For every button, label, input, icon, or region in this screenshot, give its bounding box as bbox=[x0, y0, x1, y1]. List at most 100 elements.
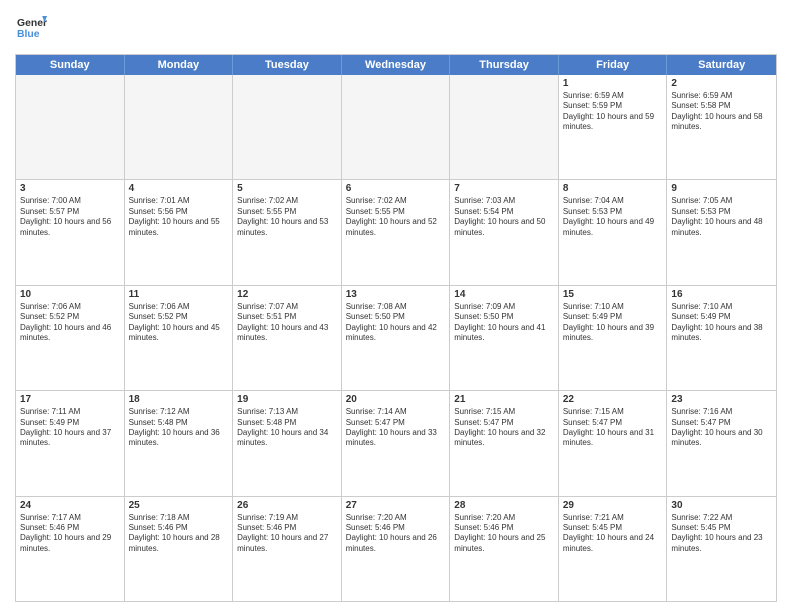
calendar-cell bbox=[233, 75, 342, 179]
calendar-cell: 22Sunrise: 7:15 AM Sunset: 5:47 PM Dayli… bbox=[559, 391, 668, 495]
logo: General Blue bbox=[15, 10, 47, 46]
day-number: 13 bbox=[346, 289, 446, 300]
header-day-saturday: Saturday bbox=[667, 55, 776, 75]
calendar-cell: 13 Sunrise: 7:08 AM Sunset: 5:50 PM Dayli… bbox=[342, 286, 451, 390]
calendar-week-4: 17 Sunrise: 7:11 AM Sunset: 5:49 PM Dayli… bbox=[16, 391, 776, 496]
day-number: 25 bbox=[129, 500, 229, 511]
calendar-cell: 14 Sunrise: 7:09 AM Sunset: 5:50 PM Dayli… bbox=[450, 286, 559, 390]
header-day-tuesday: Tuesday bbox=[233, 55, 342, 75]
day-number: 21 bbox=[454, 394, 554, 405]
header: General Blue bbox=[15, 10, 777, 46]
calendar-week-5: 24 Sunrise: 7:17 AM Sunset: 5:46 PM Dayli… bbox=[16, 497, 776, 601]
day-number: 28 bbox=[454, 500, 554, 511]
cell-info: Sunrise: 7:06 AM Sunset: 5:52 PM Dayligh… bbox=[129, 302, 229, 344]
calendar-cell: 19 Sunrise: 7:13 AM Sunset: 5:48 PM Dayli… bbox=[233, 391, 342, 495]
cell-info: Sunrise: 7:10 AM Sunset: 5:49 PM Dayligh… bbox=[563, 302, 663, 344]
cell-info: Sunrise: 7:03 AM Sunset: 5:54 PM Dayligh… bbox=[454, 196, 554, 238]
cell-info: Sunrise: 7:09 AM Sunset: 5:50 PM Dayligh… bbox=[454, 302, 554, 344]
day-number: 4 bbox=[129, 183, 229, 194]
day-number: 5 bbox=[237, 183, 337, 194]
cell-info: Sunrise: 7:02 AM Sunset: 5:55 PM Dayligh… bbox=[237, 196, 337, 238]
day-number: 9 bbox=[671, 183, 772, 194]
calendar-cell: 29Sunrise: 7:21 AM Sunset: 5:45 PM Dayli… bbox=[559, 497, 668, 601]
cell-info: Sunrise: 6:59 AM Sunset: 5:59 PM Dayligh… bbox=[563, 91, 663, 133]
cell-info: Sunrise: 7:13 AM Sunset: 5:48 PM Dayligh… bbox=[237, 407, 337, 449]
cell-info: Sunrise: 7:19 AM Sunset: 5:46 PM Dayligh… bbox=[237, 513, 337, 555]
calendar-cell: 1 Sunrise: 6:59 AM Sunset: 5:59 PM Daylig… bbox=[559, 75, 668, 179]
calendar-cell: 21 Sunrise: 7:15 AM Sunset: 5:47 PM Dayli… bbox=[450, 391, 559, 495]
calendar-cell: 15 Sunrise: 7:10 AM Sunset: 5:49 PM Dayli… bbox=[559, 286, 668, 390]
day-number: 26 bbox=[237, 500, 337, 511]
calendar-cell: 12Sunrise: 7:07 AM Sunset: 5:51 PM Dayli… bbox=[233, 286, 342, 390]
cell-info: Sunrise: 7:16 AM Sunset: 5:47 PM Dayligh… bbox=[671, 407, 772, 449]
day-number: 17 bbox=[20, 394, 120, 405]
day-number: 3 bbox=[20, 183, 120, 194]
day-number: 11 bbox=[129, 289, 229, 300]
day-number: 24 bbox=[20, 500, 120, 511]
calendar-cell: 28Sunrise: 7:20 AM Sunset: 5:46 PM Dayli… bbox=[450, 497, 559, 601]
cell-info: Sunrise: 7:08 AM Sunset: 5:50 PM Dayligh… bbox=[346, 302, 446, 344]
day-number: 2 bbox=[671, 78, 772, 89]
header-day-friday: Friday bbox=[559, 55, 668, 75]
calendar-cell: 6 Sunrise: 7:02 AM Sunset: 5:55 PM Daylig… bbox=[342, 180, 451, 284]
calendar-cell: 20Sunrise: 7:14 AM Sunset: 5:47 PM Dayli… bbox=[342, 391, 451, 495]
cell-info: Sunrise: 7:00 AM Sunset: 5:57 PM Dayligh… bbox=[20, 196, 120, 238]
calendar-cell: 5 Sunrise: 7:02 AM Sunset: 5:55 PM Daylig… bbox=[233, 180, 342, 284]
cell-info: Sunrise: 7:17 AM Sunset: 5:46 PM Dayligh… bbox=[20, 513, 120, 555]
header-day-wednesday: Wednesday bbox=[342, 55, 451, 75]
calendar-cell: 26 Sunrise: 7:19 AM Sunset: 5:46 PM Dayli… bbox=[233, 497, 342, 601]
day-number: 16 bbox=[671, 289, 772, 300]
day-number: 14 bbox=[454, 289, 554, 300]
cell-info: Sunrise: 7:06 AM Sunset: 5:52 PM Dayligh… bbox=[20, 302, 120, 344]
calendar-cell: 3 Sunrise: 7:00 AM Sunset: 5:57 PM Daylig… bbox=[16, 180, 125, 284]
day-number: 30 bbox=[671, 500, 772, 511]
cell-info: Sunrise: 7:02 AM Sunset: 5:55 PM Dayligh… bbox=[346, 196, 446, 238]
calendar-week-3: 10 Sunrise: 7:06 AM Sunset: 5:52 PM Dayli… bbox=[16, 286, 776, 391]
day-number: 6 bbox=[346, 183, 446, 194]
day-number: 22 bbox=[563, 394, 663, 405]
cell-info: Sunrise: 7:05 AM Sunset: 5:53 PM Dayligh… bbox=[671, 196, 772, 238]
day-number: 1 bbox=[563, 78, 663, 89]
cell-info: Sunrise: 7:15 AM Sunset: 5:47 PM Dayligh… bbox=[454, 407, 554, 449]
cell-info: Sunrise: 6:59 AM Sunset: 5:58 PM Dayligh… bbox=[671, 91, 772, 133]
calendar-cell: 2 Sunrise: 6:59 AM Sunset: 5:58 PM Daylig… bbox=[667, 75, 776, 179]
calendar-cell: 11 Sunrise: 7:06 AM Sunset: 5:52 PM Dayli… bbox=[125, 286, 234, 390]
cell-info: Sunrise: 7:12 AM Sunset: 5:48 PM Dayligh… bbox=[129, 407, 229, 449]
cell-info: Sunrise: 7:14 AM Sunset: 5:47 PM Dayligh… bbox=[346, 407, 446, 449]
day-number: 10 bbox=[20, 289, 120, 300]
calendar-cell: 9 Sunrise: 7:05 AM Sunset: 5:53 PM Daylig… bbox=[667, 180, 776, 284]
cell-info: Sunrise: 7:11 AM Sunset: 5:49 PM Dayligh… bbox=[20, 407, 120, 449]
calendar-cell: 27Sunrise: 7:20 AM Sunset: 5:46 PM Dayli… bbox=[342, 497, 451, 601]
calendar-week-1: 1 Sunrise: 6:59 AM Sunset: 5:59 PM Daylig… bbox=[16, 75, 776, 180]
day-number: 19 bbox=[237, 394, 337, 405]
calendar-cell bbox=[16, 75, 125, 179]
calendar: SundayMondayTuesdayWednesdayThursdayFrid… bbox=[15, 54, 777, 602]
calendar-body: 1 Sunrise: 6:59 AM Sunset: 5:59 PM Daylig… bbox=[16, 75, 776, 601]
svg-text:Blue: Blue bbox=[17, 29, 40, 40]
calendar-cell: 18 Sunrise: 7:12 AM Sunset: 5:48 PM Dayli… bbox=[125, 391, 234, 495]
day-number: 7 bbox=[454, 183, 554, 194]
page: General Blue SundayMondayTuesdayWednesda… bbox=[0, 0, 792, 612]
day-number: 12 bbox=[237, 289, 337, 300]
day-number: 27 bbox=[346, 500, 446, 511]
calendar-cell: 4 Sunrise: 7:01 AM Sunset: 5:56 PM Daylig… bbox=[125, 180, 234, 284]
day-number: 18 bbox=[129, 394, 229, 405]
calendar-cell: 25 Sunrise: 7:18 AM Sunset: 5:46 PM Dayli… bbox=[125, 497, 234, 601]
calendar-cell bbox=[125, 75, 234, 179]
calendar-cell: 17 Sunrise: 7:11 AM Sunset: 5:49 PM Dayli… bbox=[16, 391, 125, 495]
header-day-sunday: Sunday bbox=[16, 55, 125, 75]
calendar-cell: 10 Sunrise: 7:06 AM Sunset: 5:52 PM Dayli… bbox=[16, 286, 125, 390]
svg-text:General: General bbox=[17, 18, 47, 29]
cell-info: Sunrise: 7:18 AM Sunset: 5:46 PM Dayligh… bbox=[129, 513, 229, 555]
calendar-week-2: 3 Sunrise: 7:00 AM Sunset: 5:57 PM Daylig… bbox=[16, 180, 776, 285]
calendar-cell: 30 Sunrise: 7:22 AM Sunset: 5:45 PM Dayli… bbox=[667, 497, 776, 601]
cell-info: Sunrise: 7:01 AM Sunset: 5:56 PM Dayligh… bbox=[129, 196, 229, 238]
day-number: 29 bbox=[563, 500, 663, 511]
calendar-header: SundayMondayTuesdayWednesdayThursdayFrid… bbox=[16, 55, 776, 75]
calendar-cell: 23Sunrise: 7:16 AM Sunset: 5:47 PM Dayli… bbox=[667, 391, 776, 495]
calendar-cell: 8Sunrise: 7:04 AM Sunset: 5:53 PM Daylig… bbox=[559, 180, 668, 284]
cell-info: Sunrise: 7:22 AM Sunset: 5:45 PM Dayligh… bbox=[671, 513, 772, 555]
day-number: 15 bbox=[563, 289, 663, 300]
calendar-cell: 24 Sunrise: 7:17 AM Sunset: 5:46 PM Dayli… bbox=[16, 497, 125, 601]
calendar-cell bbox=[450, 75, 559, 179]
